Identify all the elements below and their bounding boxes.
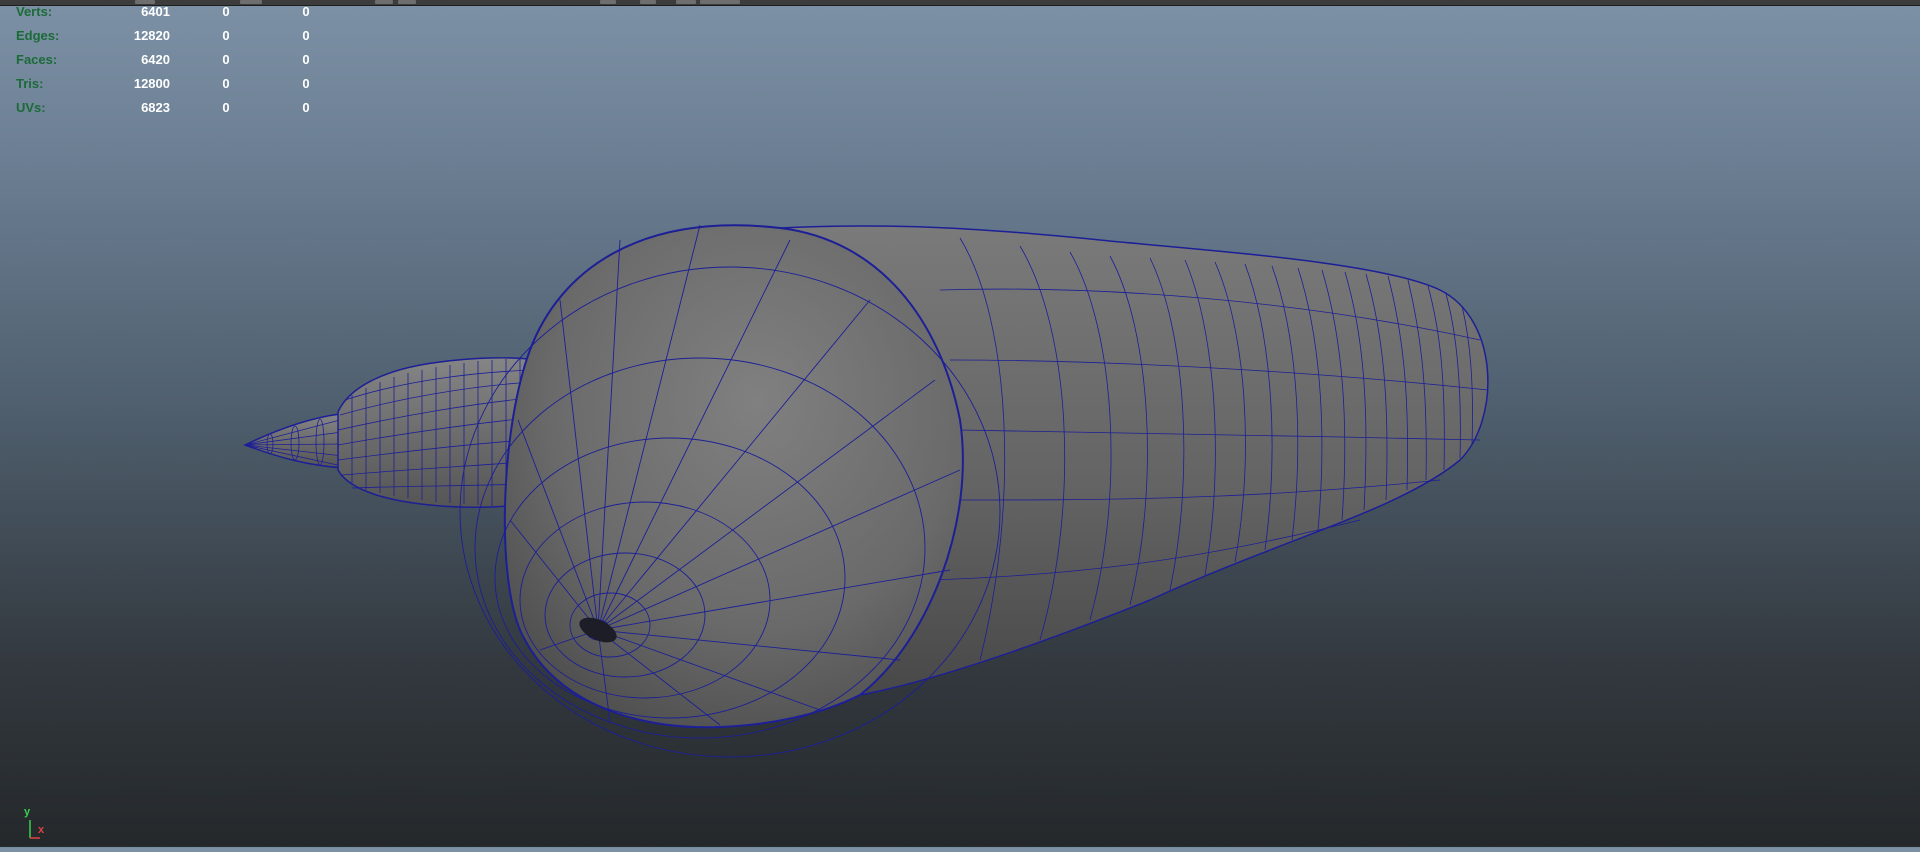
hud-row-edges: Edges: 12820 0 0 xyxy=(16,28,326,52)
hud-value-total: 12820 xyxy=(133,28,170,43)
hud-value-extra: 0 xyxy=(302,100,310,115)
hud-row-faces: Faces: 6420 0 0 xyxy=(16,52,326,76)
hud-value-extra: 0 xyxy=(302,52,310,67)
3d-viewport[interactable] xyxy=(0,0,1920,847)
mesh-render xyxy=(243,224,1489,758)
mesh-tail-tip xyxy=(243,413,346,469)
hud-value-total: 12800 xyxy=(133,76,170,91)
hud-label: Verts: xyxy=(16,4,53,19)
axis-x-label: x xyxy=(38,824,45,836)
hud-label: Tris: xyxy=(16,76,44,91)
hud-value-extra: 0 xyxy=(302,76,310,91)
hud-value-selected: 0 xyxy=(222,76,230,91)
hud-value-total: 6420 xyxy=(141,52,170,67)
axis-gizmo: y x xyxy=(18,804,58,844)
hud-row-tris: Tris: 12800 0 0 xyxy=(16,76,326,100)
hud-value-extra: 0 xyxy=(302,4,310,19)
hud-value-total: 6823 xyxy=(141,100,170,115)
hud-value-selected: 0 xyxy=(222,4,230,19)
hud-row-uvs: UVs: 6823 0 0 xyxy=(16,100,326,124)
hud-value-selected: 0 xyxy=(222,100,230,115)
hud-value-extra: 0 xyxy=(302,28,310,43)
hud-label: UVs: xyxy=(16,100,46,115)
hud-label: Faces: xyxy=(16,52,58,67)
hud-row-verts: Verts: 6401 0 0 xyxy=(16,4,326,28)
hud-value-selected: 0 xyxy=(222,52,230,67)
hud-value-total: 6401 xyxy=(141,4,170,19)
hud-value-selected: 0 xyxy=(222,28,230,43)
poly-count-hud: Verts: 6401 0 0 Edges: 12820 0 0 Faces: … xyxy=(16,4,326,124)
hud-label: Edges: xyxy=(16,28,60,43)
